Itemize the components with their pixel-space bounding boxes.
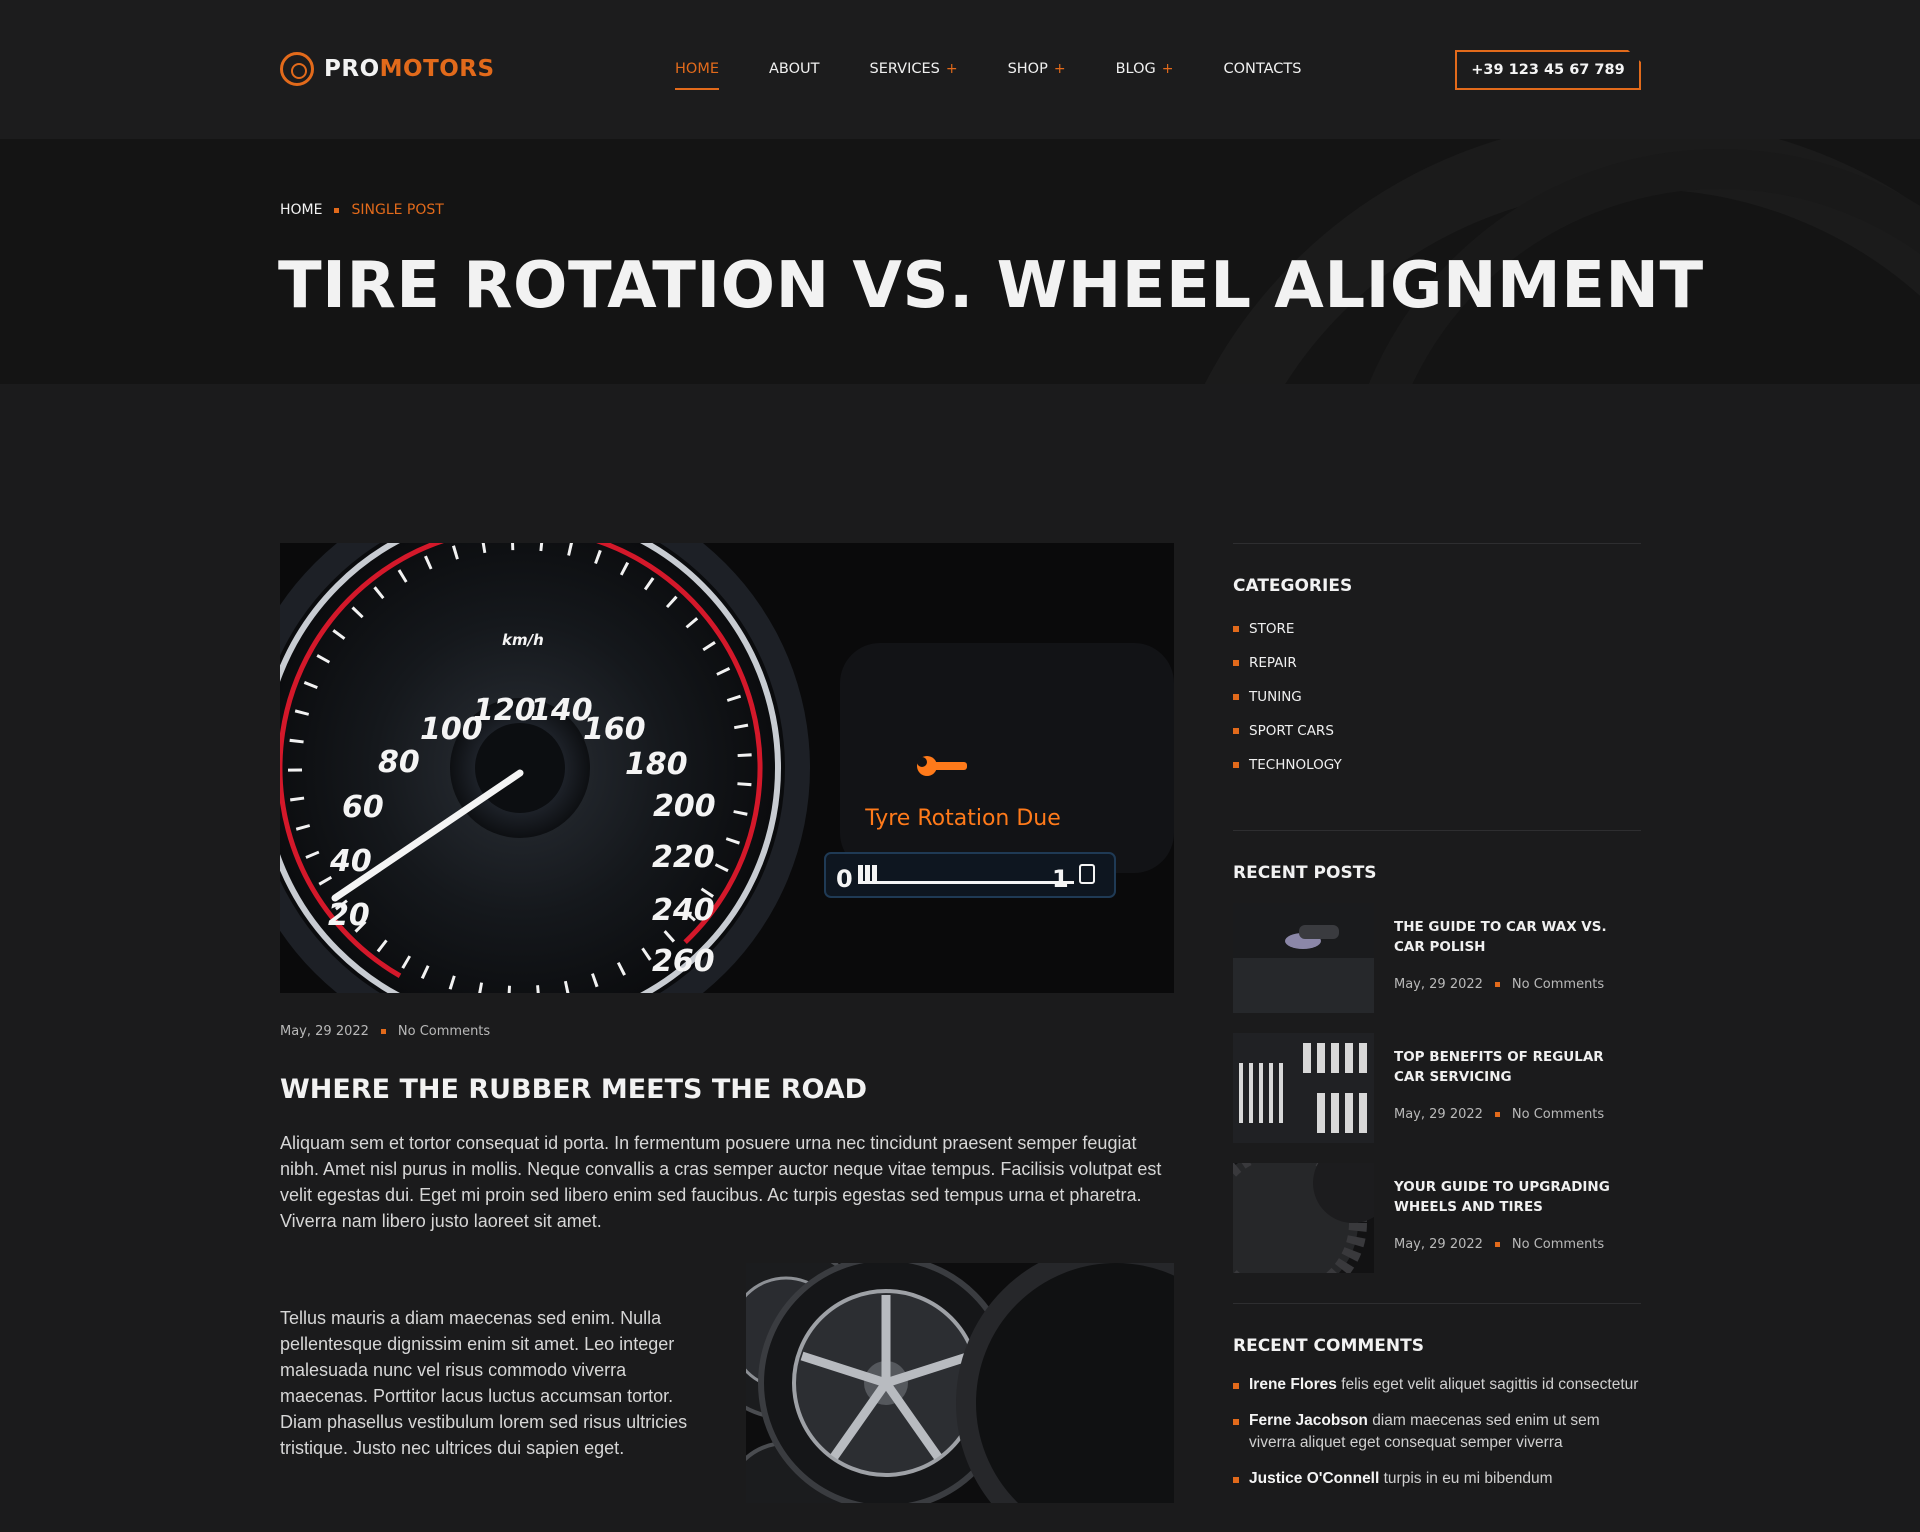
recent-post-item[interactable]: YOUR GUIDE TO UPGRADING WHEELS AND TIRES… <box>1233 1163 1641 1273</box>
nav-item-contacts[interactable]: CONTACTS <box>1223 58 1301 80</box>
gauge-max-label: 1 <box>1052 865 1069 893</box>
plus-icon: + <box>1161 61 1174 77</box>
bullet-icon <box>1233 626 1239 632</box>
gauge-min-label: 0 <box>836 865 853 893</box>
unit-label: km/h <box>502 631 544 649</box>
speed-label: 240 <box>652 893 715 928</box>
comment-author[interactable]: Justice O'Connell <box>1249 1470 1379 1487</box>
speedometer-image: 20 40 60 80 100 120 140 160 180 200 220 … <box>280 543 1174 993</box>
recent-post-title[interactable]: THE GUIDE TO CAR WAX VS. CAR POLISH <box>1394 917 1624 957</box>
post-comments-link[interactable]: No Comments <box>1512 1237 1604 1252</box>
post-section-heading: WHERE THE RUBBER MEETS THE ROAD <box>280 1074 868 1105</box>
speed-label: 200 <box>653 789 716 824</box>
wheels-image <box>746 1263 1174 1503</box>
phone-button[interactable]: +39 123 45 67 789 <box>1455 50 1641 90</box>
category-item[interactable]: STORE <box>1233 612 1641 646</box>
recent-comment-item: Ferne Jacobson diam maecenas sed enim ut… <box>1233 1410 1641 1454</box>
recent-comments-title: RECENT COMMENTS <box>1233 1336 1424 1356</box>
breadcrumb-separator <box>334 207 340 213</box>
speed-label: 220 <box>652 840 715 875</box>
category-item[interactable]: TECHNOLOGY <box>1233 748 1641 782</box>
recent-post-thumbnail[interactable] <box>1233 903 1374 1013</box>
nav-item-about[interactable]: ABOUT <box>769 58 820 80</box>
divider <box>1233 830 1641 831</box>
bullet-icon <box>1233 694 1239 700</box>
post-comments-link[interactable]: No Comments <box>398 1024 490 1039</box>
recent-comment-item: Irene Flores felis eget velit aliquet sa… <box>1233 1374 1641 1396</box>
categories-list: STORE REPAIR TUNING SPORT CARS TECHNOLOG… <box>1233 612 1641 782</box>
brand-logo[interactable]: PROMOTORS <box>280 52 495 86</box>
meta-separator <box>380 1029 386 1034</box>
post-comments-link[interactable]: No Comments <box>1512 1107 1604 1122</box>
breadcrumb: HOME SINGLE POST <box>280 202 444 218</box>
categories-title: CATEGORIES <box>1233 576 1353 596</box>
bullet-icon <box>1233 660 1239 666</box>
speed-label: 60 <box>342 790 384 825</box>
recent-post-meta: May, 29 2022 No Comments <box>1394 1107 1624 1122</box>
recent-comment-item: Justice O'Connell turpis in eu mi bibend… <box>1233 1468 1641 1490</box>
post-meta: May, 29 2022 No Comments <box>280 1024 490 1039</box>
post-paragraph: Aliquam sem et tortor consequat id porta… <box>280 1133 1162 1231</box>
site-header: PROMOTORS HOME ABOUT SERVICES + SHOP + BLO… <box>0 0 1920 139</box>
plus-icon: + <box>945 61 958 77</box>
post-date: May, 29 2022 <box>1394 1237 1483 1252</box>
bullet-icon <box>1233 1383 1239 1389</box>
warning-label: Tyre Rotation Due <box>864 806 1061 831</box>
post-comments-link[interactable]: No Comments <box>1512 977 1604 992</box>
speed-label: 160 <box>583 712 646 747</box>
bullet-icon <box>1233 1419 1239 1425</box>
post-date: May, 29 2022 <box>1394 1107 1483 1122</box>
post-date: May, 29 2022 <box>280 1024 369 1039</box>
bullet-icon <box>1233 762 1239 768</box>
meta-separator <box>1494 982 1500 987</box>
category-item[interactable]: REPAIR <box>1233 646 1641 680</box>
breadcrumb-home[interactable]: HOME <box>280 202 322 218</box>
meta-separator <box>1494 1242 1500 1247</box>
nav-item-blog[interactable]: BLOG + <box>1116 58 1174 80</box>
recent-post-meta: May, 29 2022 No Comments <box>1394 1237 1624 1252</box>
comment-author[interactable]: Irene Flores <box>1249 1376 1337 1393</box>
speed-label: 180 <box>625 747 688 782</box>
speed-label: 120 <box>473 693 536 728</box>
breadcrumb-current: SINGLE POST <box>351 202 444 218</box>
divider <box>1233 543 1641 544</box>
speed-label: 80 <box>378 745 420 780</box>
recent-post-meta: May, 29 2022 No Comments <box>1394 977 1624 992</box>
post-featured-image: 20 40 60 80 100 120 140 160 180 200 220 … <box>280 543 1174 993</box>
post-paragraph: Tellus mauris a diam maecenas sed enim. … <box>280 1308 688 1458</box>
comment-text[interactable]: felis eget velit aliquet sagittis id con… <box>1341 1376 1638 1393</box>
recent-post-title[interactable]: TOP BENEFITS OF REGULAR CAR SERVICING <box>1394 1047 1624 1087</box>
nav-item-shop[interactable]: SHOP + <box>1008 58 1066 80</box>
post-date: May, 29 2022 <box>1394 977 1483 992</box>
page-hero: HOME SINGLE POST TIRE ROTATION VS. WHEEL… <box>0 139 1920 384</box>
speed-label: 260 <box>652 944 715 979</box>
bullet-icon <box>1233 728 1239 734</box>
recent-post-thumbnail[interactable] <box>1233 1033 1374 1143</box>
recent-post-item[interactable]: THE GUIDE TO CAR WAX VS. CAR POLISH May,… <box>1233 903 1641 1013</box>
recent-posts-list: THE GUIDE TO CAR WAX VS. CAR POLISH May,… <box>1233 903 1641 1273</box>
recent-post-thumbnail[interactable] <box>1233 1163 1374 1273</box>
category-item[interactable]: SPORT CARS <box>1233 714 1641 748</box>
recent-comments-list: Irene Flores felis eget velit aliquet sa… <box>1233 1374 1641 1490</box>
speed-label: 40 <box>329 844 372 879</box>
divider <box>1233 1303 1641 1304</box>
main-nav: HOME ABOUT SERVICES + SHOP + BLOG + CONTACT… <box>675 58 1351 90</box>
recent-post-title[interactable]: YOUR GUIDE TO UPGRADING WHEELS AND TIRES <box>1394 1177 1624 1217</box>
bullet-icon <box>1233 1477 1239 1483</box>
category-item[interactable]: TUNING <box>1233 680 1641 714</box>
brand-name: PROMOTORS <box>324 56 495 82</box>
meta-separator <box>1494 1112 1500 1117</box>
comment-author[interactable]: Ferne Jacobson <box>1249 1412 1368 1429</box>
nav-item-services[interactable]: SERVICES + <box>870 58 958 80</box>
page-title: TIRE ROTATION VS. WHEEL ALIGNMENT <box>278 249 1704 323</box>
plus-icon: + <box>1053 61 1066 77</box>
speed-label: 20 <box>328 898 370 933</box>
nav-item-home[interactable]: HOME <box>675 58 719 90</box>
recent-post-item[interactable]: TOP BENEFITS OF REGULAR CAR SERVICING Ma… <box>1233 1033 1641 1143</box>
sidebar: CATEGORIES STORE REPAIR TUNING SPORT CAR… <box>1233 543 1641 1504</box>
recent-posts-title: RECENT POSTS <box>1233 863 1377 883</box>
wheel-logo-icon <box>280 52 314 86</box>
comment-text[interactable]: turpis in eu mi bibendum <box>1384 1470 1553 1487</box>
